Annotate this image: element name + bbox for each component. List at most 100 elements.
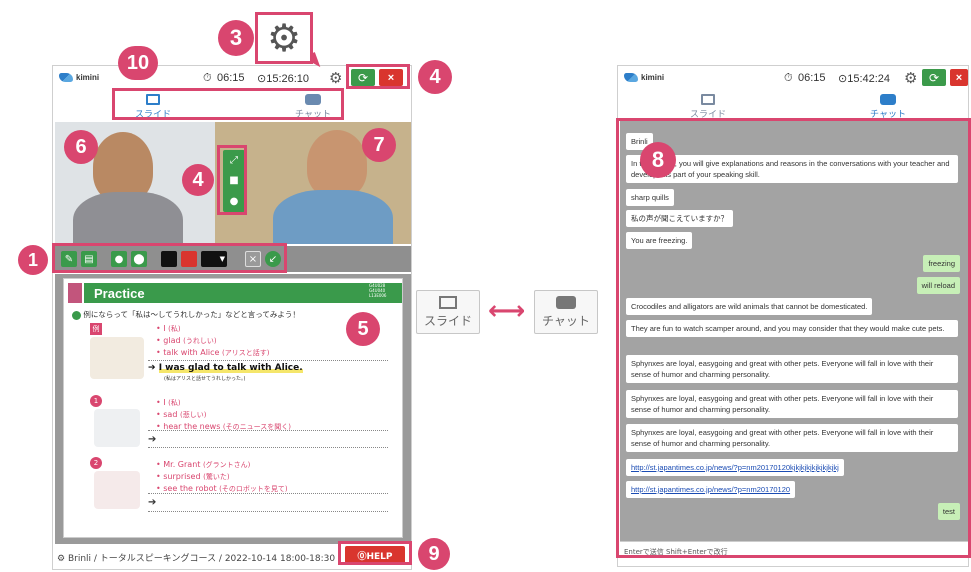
lesson-info-text: Brinli / トータルスピーキングコース / 2022-10-14 18:0… — [67, 554, 336, 564]
tab-chat[interactable]: チャット — [858, 94, 918, 120]
annotation-badge-4: 4 — [418, 60, 452, 94]
chat-input[interactable]: Enterで送信 Shift+Enterで改行 — [620, 541, 968, 566]
chat-icon — [880, 94, 896, 105]
tab-slide[interactable]: スライド — [678, 94, 738, 120]
annotation-badge-5: 5 — [346, 312, 380, 346]
help-button[interactable]: ⓪HELP — [345, 546, 405, 564]
annotation-badge-6: 6 — [64, 130, 98, 164]
settings-small-icon: ⚙ — [57, 554, 66, 564]
drawing-toolbar: ✎ ▤ ● ⬤ ▼ × ↙ — [55, 246, 411, 272]
kimini-logo-icon — [59, 73, 73, 82]
chat-link[interactable]: http://st.japantimes.co.jp/news/?p=nm201… — [631, 463, 839, 472]
pen-tool-button[interactable]: ✎ — [61, 251, 77, 267]
color-black-button[interactable] — [161, 251, 177, 267]
item-1-arrow-icon: ➔ — [148, 434, 157, 445]
middle-chat-label: チャット — [542, 314, 590, 328]
refresh-icon: ⟳ — [357, 70, 369, 85]
current-clock: ⊙15:26:10 — [257, 73, 310, 85]
chat-message-self: test — [937, 503, 960, 520]
video-controls: ⤢ ■ ● — [223, 150, 245, 212]
settings-gear-icon[interactable]: ⚙ — [904, 69, 917, 87]
tab-slide[interactable]: スライド — [123, 94, 183, 120]
clear-icon: × — [248, 253, 258, 265]
teacher-body — [73, 192, 183, 244]
student-body — [273, 190, 393, 244]
drop-large-icon: ⬤ — [133, 253, 145, 265]
middle-slide-label: スライド — [423, 314, 472, 328]
chat-message: Sphynxes are loyal, easygoing and great … — [626, 390, 958, 418]
chat-message-self: will reload — [916, 277, 960, 294]
example-answer: ➔ I was glad to talk with Alice. — [148, 363, 303, 373]
slide-title: Practice — [94, 285, 145, 301]
remaining-timer: 06:15 — [798, 72, 826, 84]
divider — [148, 430, 388, 431]
slide-title-accent — [68, 283, 82, 303]
annotation-badge-1: 1 — [18, 245, 48, 275]
annotation-badge-8: 8 — [640, 142, 676, 178]
example-prompts: • I (私) • glad (うれしい) • talk with Alice … — [156, 324, 270, 357]
microphone-icon[interactable]: ● — [230, 196, 239, 207]
item-2-prompts: • Mr. Grant (グラントさん) • surprised (驚いた) •… — [156, 460, 288, 493]
slide-code: G4U028 G4U040 L13E006 — [369, 283, 387, 298]
large-brush-button[interactable]: ⬤ — [131, 251, 147, 267]
text-tool-icon: ▤ — [84, 253, 94, 265]
close-button[interactable]: × — [950, 69, 968, 86]
settings-gear-icon[interactable]: ⚙ — [329, 69, 342, 87]
item-2-illustration — [94, 471, 140, 509]
small-brush-button[interactable]: ● — [111, 251, 127, 267]
tab-slide-label: スライド — [134, 110, 171, 120]
item-1-prompts: • I (私) • sad (悲しい) • hear the news (そのニ… — [156, 398, 292, 431]
reload-button[interactable]: ⟳ — [351, 69, 375, 86]
color-picker-dropdown[interactable]: ▼ — [201, 251, 227, 267]
speech-bubble-icon — [72, 310, 81, 320]
slide-icon — [701, 94, 715, 105]
help-label: ⓪HELP — [357, 551, 393, 562]
expand-icon[interactable]: ⤢ — [230, 155, 238, 166]
example-illustration — [90, 337, 144, 379]
pen-icon: ✎ — [64, 253, 74, 265]
tab-chat-label: チャット — [295, 110, 331, 120]
slide-icon — [146, 94, 160, 105]
slide-icon — [439, 296, 457, 309]
divider — [148, 511, 388, 512]
kimini-logo-icon — [624, 73, 638, 82]
chat-link[interactable]: http://st.japantimes.co.jp/news/?p=nm201… — [631, 485, 790, 494]
annotation-badge-9: 9 — [418, 538, 450, 570]
middle-slide-icon-box: スライド — [416, 290, 480, 334]
tab-chat[interactable]: チャット — [283, 94, 343, 120]
instruction-text: 例にならって「私は～してうれしかった」などと言ってみよう！ — [83, 310, 300, 319]
student-face — [307, 130, 367, 198]
reload-button[interactable]: ⟳ — [922, 69, 946, 86]
clear-button[interactable]: × — [245, 251, 261, 267]
switch-arrow-icon: ⟷ — [488, 296, 526, 326]
chat-link-message: http://st.japantimes.co.jp/news/?p=nm201… — [626, 459, 844, 476]
chat-message: Sphynxes are loyal, easygoing and great … — [626, 355, 958, 383]
refresh-icon: ⟳ — [928, 70, 940, 85]
undo-button[interactable]: ↙ — [265, 251, 281, 267]
divider — [148, 360, 388, 361]
camera-icon[interactable]: ■ — [229, 175, 238, 186]
color-red-button[interactable] — [181, 251, 197, 267]
close-icon: × — [387, 71, 395, 84]
annotation-badge-3: 3 — [218, 20, 254, 56]
tab-slide-label: スライド — [689, 110, 726, 120]
undo-icon: ↙ — [268, 253, 278, 265]
chat-message: sharp quills — [626, 189, 674, 206]
chat-message: Crocodiles and alligators are wild anima… — [626, 298, 873, 315]
chat-message: Sphynxes are loyal, easygoing and great … — [626, 424, 958, 452]
chat-message: You are freezing. — [626, 232, 693, 249]
close-button[interactable]: × — [379, 69, 403, 86]
right-title-bar: kimini ⏱ 06:15 ⊙15:42:24 ⚙ ⟳ × — [618, 66, 968, 90]
large-gear-icon: ⚙ — [266, 16, 302, 60]
chat-input-placeholder: Enterで送信 Shift+Enterで改行 — [624, 548, 728, 556]
logo-text: kimini — [76, 73, 100, 82]
example-badge: 例 — [90, 323, 102, 335]
chevron-down-icon: ▼ — [219, 255, 225, 263]
chat-message: 私の声が聞こえていますか？ — [626, 210, 734, 227]
remaining-timer: 06:15 — [217, 72, 245, 84]
chat-message: They are fun to watch scamper around, an… — [626, 320, 958, 337]
text-tool-button[interactable]: ▤ — [81, 251, 97, 267]
current-clock: ⊙15:42:24 — [838, 73, 891, 85]
tab-chat-label: チャット — [870, 110, 906, 120]
drop-small-icon: ● — [114, 253, 124, 265]
